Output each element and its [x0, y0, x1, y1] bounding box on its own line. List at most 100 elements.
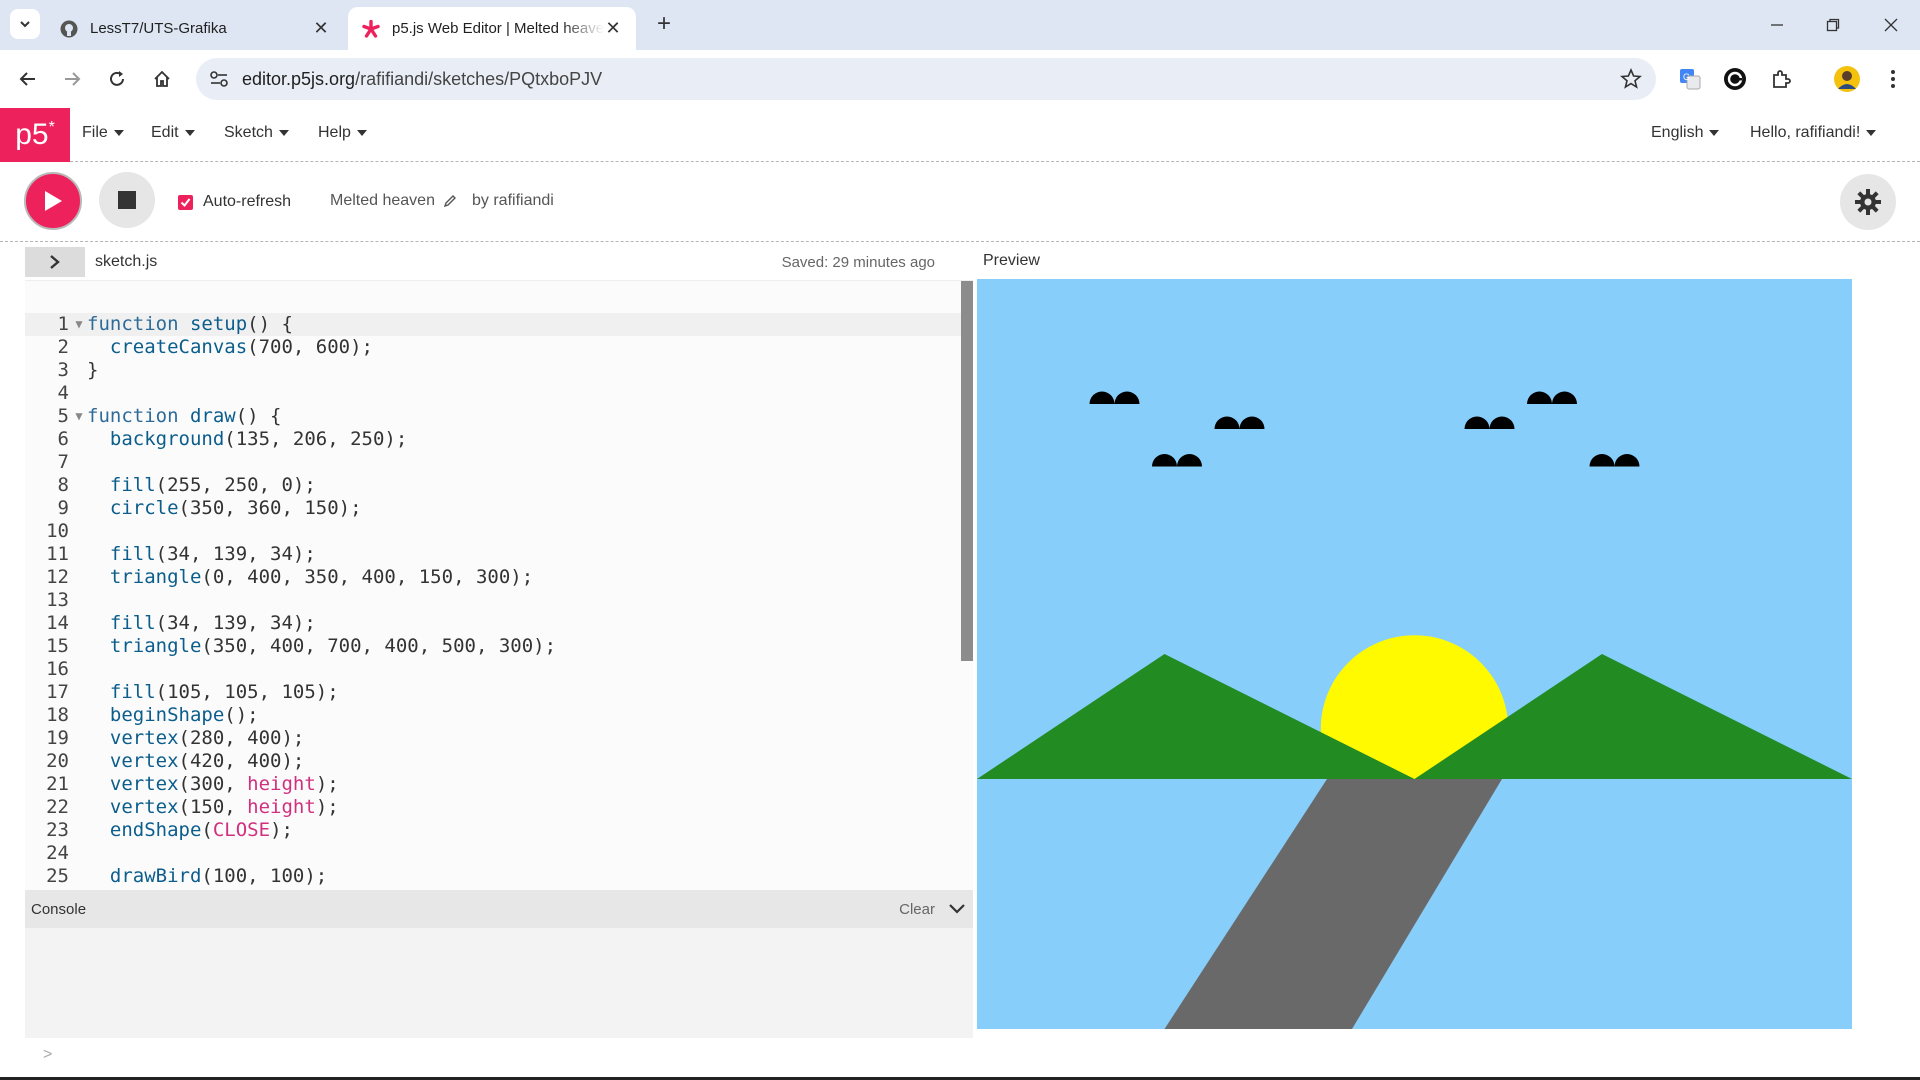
- close-icon[interactable]: ✕: [604, 18, 622, 38]
- play-icon: [45, 191, 62, 211]
- auto-refresh-toggle[interactable]: Auto-refresh: [178, 193, 291, 211]
- chevron-right-icon: [50, 255, 60, 269]
- code-line: 21 vertex(300, height);: [25, 773, 961, 796]
- editor-scrollbar[interactable]: [961, 281, 973, 661]
- code-text: fill(105, 105, 105);: [109, 681, 339, 703]
- fold-arrow-icon[interactable]: ▼: [71, 405, 87, 428]
- line-number: 15: [46, 635, 69, 657]
- code-editor[interactable]: 1 ▼ function setup() {2 createCanvas(700, …: [25, 280, 973, 890]
- sidebar-toggle-button[interactable]: [25, 247, 85, 277]
- line-number: 8: [57, 474, 69, 496]
- window-close-icon[interactable]: [1876, 10, 1906, 40]
- stop-icon: [118, 191, 136, 209]
- code-line: 12 triangle(0, 400, 350, 400, 150, 300);: [25, 566, 961, 589]
- line-number: 20: [46, 750, 69, 772]
- google-translate-icon[interactable]: G: [1675, 64, 1705, 94]
- new-tab-button[interactable]: +: [650, 10, 678, 38]
- code-lines: 1 ▼ function setup() {2 createCanvas(700, …: [25, 313, 961, 888]
- extensions-puzzle-icon[interactable]: [1766, 64, 1796, 94]
- saved-status: Saved: 29 minutes ago: [781, 253, 935, 271]
- code-line: 20 vertex(420, 400);: [25, 750, 961, 773]
- fold-gutter: [71, 773, 87, 796]
- menu-edit[interactable]: Edit: [151, 124, 195, 142]
- line-number: 23: [46, 819, 69, 841]
- line-number: 3: [57, 359, 69, 381]
- fold-gutter: [71, 336, 87, 359]
- menu-sketch[interactable]: Sketch: [224, 124, 289, 142]
- code-text: function setup() {: [87, 313, 293, 335]
- forward-icon[interactable]: [57, 64, 87, 94]
- reload-icon[interactable]: [102, 64, 132, 94]
- stop-button[interactable]: [99, 172, 155, 228]
- line-number: 22: [46, 796, 69, 818]
- caret-down-icon: [113, 130, 124, 136]
- fold-gutter: [71, 520, 87, 543]
- code-line: 4: [25, 382, 961, 405]
- line-number: 11: [46, 543, 69, 565]
- code-line: 11 fill(34, 139, 34);: [25, 543, 961, 566]
- restore-icon[interactable]: [1818, 10, 1848, 40]
- fold-arrow-icon[interactable]: ▼: [71, 313, 87, 336]
- address-bar[interactable]: editor.p5js.org/rafifiandi/sketches/PQtx…: [196, 58, 1656, 100]
- tab-github[interactable]: LessT7/UTS-Grafika ✕: [46, 7, 344, 50]
- tab-p5-editor[interactable]: p5.js Web Editor | Melted heaven ✕: [348, 7, 636, 50]
- code-line: 5 ▼ function draw() {: [25, 405, 961, 428]
- fold-gutter: [71, 543, 87, 566]
- fold-gutter: [71, 750, 87, 773]
- p5-toolbar: Auto-refresh Melted heaven by rafifiandi: [0, 162, 1920, 242]
- line-number: 24: [46, 842, 69, 864]
- grammarly-icon[interactable]: [1720, 64, 1750, 94]
- code-text: fill(34, 139, 34);: [109, 612, 316, 634]
- code-line: 22 vertex(150, height);: [25, 796, 961, 819]
- fold-gutter: [71, 474, 87, 497]
- console-label: Console: [31, 900, 87, 918]
- code-text: vertex(420, 400);: [109, 750, 305, 772]
- play-button[interactable]: [24, 172, 82, 230]
- preview-label: Preview: [983, 252, 1040, 269]
- fold-gutter: [71, 865, 87, 888]
- site-info-icon[interactable]: [208, 68, 230, 90]
- browser-toolbar: editor.p5js.org/rafifiandi/sketches/PQtx…: [0, 50, 1920, 108]
- checkbox-checked-icon[interactable]: [178, 194, 193, 210]
- sketch-name[interactable]: Melted heaven: [330, 192, 457, 210]
- tab-search-button[interactable]: [10, 9, 40, 39]
- svg-text:G: G: [1683, 72, 1690, 82]
- code-text: fill(255, 250, 0);: [109, 474, 316, 496]
- fold-gutter: [71, 359, 87, 382]
- code-line: 10: [25, 520, 961, 543]
- chevron-down-icon[interactable]: [947, 899, 967, 919]
- code-line: 2 createCanvas(700, 600);: [25, 336, 961, 359]
- code-line: 13: [25, 589, 961, 612]
- bookmark-star-icon[interactable]: [1620, 68, 1642, 90]
- line-number: 25: [46, 865, 69, 887]
- sketch-preview-canvas[interactable]: [977, 279, 1852, 1029]
- code-line: 1 ▼ function setup() {: [25, 313, 961, 336]
- profile-avatar[interactable]: [1832, 64, 1862, 94]
- minimize-icon[interactable]: [1762, 10, 1792, 40]
- home-icon[interactable]: [147, 64, 177, 94]
- code-line: 7: [25, 451, 961, 474]
- fold-gutter: [71, 451, 87, 474]
- menu-file[interactable]: File: [82, 124, 124, 142]
- pencil-icon[interactable]: [443, 194, 457, 208]
- code-line: 19 vertex(280, 400);: [25, 727, 961, 750]
- line-number: 12: [46, 566, 69, 588]
- user-menu[interactable]: Hello, rafifiandi!: [1750, 124, 1877, 142]
- browser-menu-icon[interactable]: [1878, 64, 1908, 94]
- console-input[interactable]: >: [25, 1038, 973, 1074]
- code-text: createCanvas(700, 600);: [109, 336, 374, 358]
- caret-down-icon: [184, 130, 195, 136]
- code-line: 14 fill(34, 139, 34);: [25, 612, 961, 635]
- code-line: 17 fill(105, 105, 105);: [25, 681, 961, 704]
- settings-button[interactable]: [1840, 174, 1896, 230]
- console-clear-button[interactable]: Clear: [899, 901, 935, 918]
- menu-help[interactable]: Help: [318, 124, 367, 142]
- auto-refresh-label: Auto-refresh: [203, 193, 292, 210]
- close-icon[interactable]: ✕: [312, 18, 330, 38]
- line-number: 7: [57, 451, 69, 473]
- language-menu[interactable]: English: [1651, 124, 1720, 142]
- line-number: 21: [46, 773, 69, 795]
- back-icon[interactable]: [13, 64, 43, 94]
- url-text: editor.p5js.org/rafifiandi/sketches/PQtx…: [242, 69, 603, 89]
- p5-logo[interactable]: p5 *: [0, 108, 70, 162]
